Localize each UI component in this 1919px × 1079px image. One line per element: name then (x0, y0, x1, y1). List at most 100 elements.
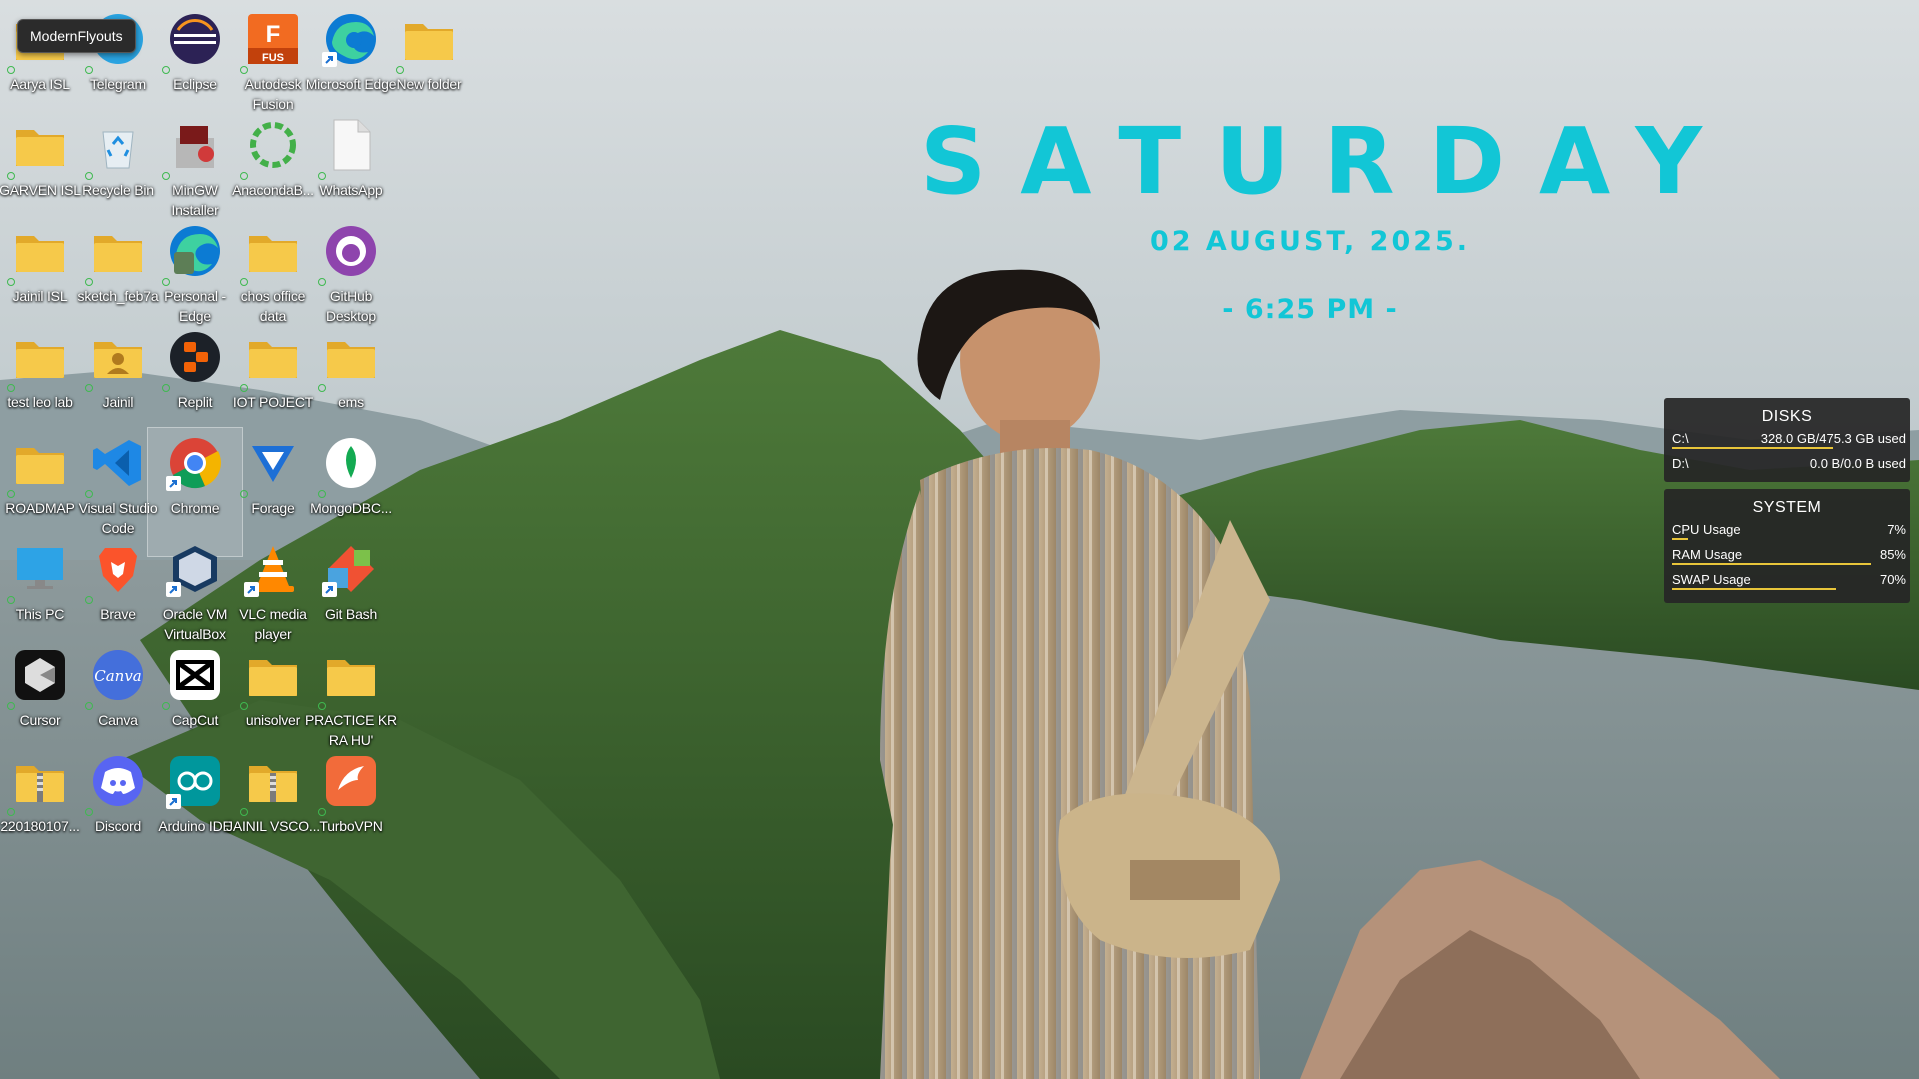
zip-folder-icon (13, 754, 67, 808)
vscode-icon (91, 436, 145, 490)
desktop-icon-label: Git Bash (324, 606, 378, 622)
desktop-icon-label: ems (338, 394, 364, 410)
file-icon (324, 118, 378, 172)
desktop-icon-turbovpn[interactable]: TurboVPN (304, 746, 398, 874)
sync-status-icon (318, 490, 326, 498)
zip-folder-icon (246, 754, 300, 808)
sync-status-icon (7, 384, 15, 392)
shortcut-arrow-icon (244, 582, 259, 597)
this-pc-icon (13, 542, 67, 596)
disk-usage-value: 0.0 B/0.0 B used (1809, 456, 1906, 471)
disk-label: C:\ (1672, 431, 1689, 446)
folder-icon (13, 330, 67, 384)
eclipse-icon (168, 12, 222, 66)
svg-text:Canva: Canva (94, 667, 142, 685)
disk-usage-value: 328.0 GB/475.3 GB used (1760, 431, 1906, 446)
sync-status-icon (85, 384, 93, 392)
shortcut-arrow-icon (322, 52, 337, 67)
folder-icon (324, 648, 378, 702)
sync-status-icon (240, 702, 248, 710)
sync-status-icon (85, 172, 93, 180)
system-title: SYSTEM (1752, 499, 1822, 516)
cursor-icon (13, 648, 67, 702)
sync-status-icon (240, 384, 248, 392)
sync-status-icon (162, 172, 170, 180)
turbovpn-icon (324, 754, 378, 808)
sync-status-icon (162, 384, 170, 392)
sync-status-icon (318, 172, 326, 180)
svg-text:FUS: FUS (262, 52, 284, 64)
sync-status-icon (85, 66, 93, 74)
sync-status-icon (85, 596, 93, 604)
cpu-usage-bar (1672, 538, 1689, 540)
sync-status-icon (162, 702, 170, 710)
sync-status-icon (7, 490, 15, 498)
discord-icon (91, 754, 145, 808)
recycle-bin-icon (91, 118, 145, 172)
sync-status-icon (7, 172, 15, 180)
sync-status-icon (318, 384, 326, 392)
folder-icon (246, 224, 300, 278)
sync-status-icon (85, 490, 93, 498)
ram-usage-label: RAM Usage (1672, 547, 1743, 562)
sync-status-icon (7, 66, 15, 74)
day-of-week: SATURDAY (920, 108, 1737, 215)
desktop-icon-label: GitHub Desktop (326, 288, 376, 324)
fusion-icon: F FUS (246, 12, 300, 66)
folder-icon (246, 330, 300, 384)
sync-status-icon (7, 702, 15, 710)
forage-icon (246, 436, 300, 490)
sync-status-icon (85, 702, 93, 710)
ram-usage-bar (1672, 563, 1871, 565)
folder-icon (91, 224, 145, 278)
sync-status-icon (240, 66, 248, 74)
disk-row-d: D:\ 0.0 B/0.0 B used (1672, 451, 1906, 476)
shortcut-arrow-icon (166, 794, 181, 809)
sync-status-icon (7, 808, 15, 816)
sync-status-icon (318, 808, 326, 816)
sync-status-icon (85, 808, 93, 816)
cpu-usage-value: 7% (1887, 522, 1906, 537)
shortcut-arrow-icon (166, 582, 181, 597)
ram-row: RAM Usage 85% (1672, 542, 1906, 567)
swap-usage-label: SWAP Usage (1672, 572, 1751, 587)
svg-text:F: F (266, 21, 281, 48)
user-folder-icon (91, 330, 145, 384)
canva-icon: Canva (91, 648, 145, 702)
folder-icon (13, 224, 67, 278)
capcut-icon (168, 648, 222, 702)
anaconda-icon (246, 118, 300, 172)
disk-label: D:\ (1672, 456, 1689, 471)
mongodb-icon (324, 436, 378, 490)
sync-status-icon (162, 278, 170, 286)
swap-usage-value: 70% (1879, 572, 1906, 587)
sync-status-icon (85, 278, 93, 286)
ram-usage-value: 85% (1879, 547, 1906, 562)
time-label: - 6:25 PM - (1222, 294, 1398, 325)
shortcut-arrow-icon (322, 582, 337, 597)
sync-status-icon (240, 490, 248, 498)
sync-status-icon (396, 66, 404, 74)
swap-usage-bar (1672, 588, 1836, 590)
folder-icon (246, 648, 300, 702)
desktop-icon-grid: Aarya ISL Telegram Eclipse F FUS Autodesk Fus… (0, 0, 480, 1079)
sync-status-icon (162, 66, 170, 74)
date-label: 02 AUGUST, 2025. (1149, 226, 1471, 257)
folder-icon (402, 12, 456, 66)
sync-status-icon (318, 278, 326, 286)
github-desktop-icon (324, 224, 378, 278)
folder-icon (324, 330, 378, 384)
shortcut-arrow-icon (166, 476, 181, 491)
disk-row-c: C:\ 328.0 GB/475.3 GB used (1672, 426, 1906, 451)
sync-status-icon (240, 278, 248, 286)
desktop-icon-label: TurboVPN (319, 818, 383, 834)
folder-icon (13, 118, 67, 172)
mingw-icon (168, 118, 222, 172)
brave-icon (91, 542, 145, 596)
sync-status-icon (7, 278, 15, 286)
disks-panel: DISKS C:\ 328.0 GB/475.3 GB used D:\ 0.0… (1664, 398, 1910, 482)
tooltip: ModernFlyouts (17, 19, 136, 53)
desktop-icon-label: MongoDBC... (310, 500, 392, 516)
desktop-icon-label: PRACTICE KR RA HU' (305, 712, 397, 748)
edge-profile-icon (168, 224, 222, 278)
